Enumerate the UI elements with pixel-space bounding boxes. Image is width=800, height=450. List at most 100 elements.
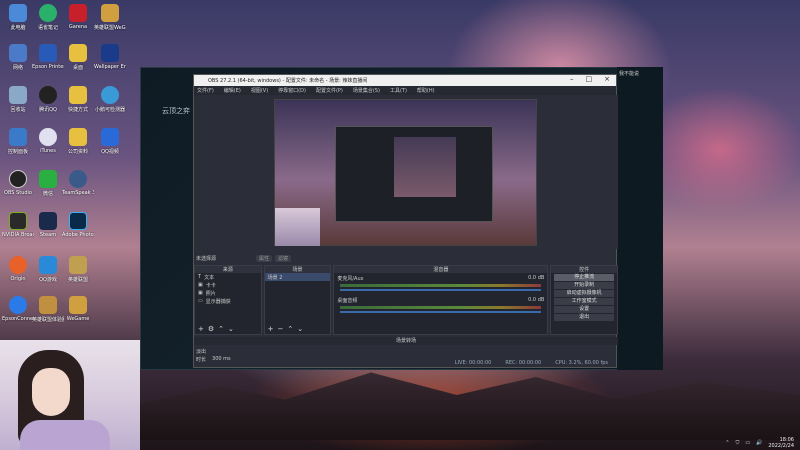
obs-preview-canvas[interactable] [274, 99, 537, 246]
maximize-icon[interactable]: □ [586, 75, 593, 83]
desktop-icon-lol[interactable]: 英雄联盟 [62, 256, 94, 283]
menu-scene-collection[interactable]: 场景集合(S) [353, 87, 380, 94]
filters-button[interactable]: 滤镜 [275, 254, 292, 262]
recycle-bin-icon [9, 86, 27, 104]
volume-slider[interactable] [340, 289, 542, 291]
obs-window-title: OBS 27.2.1 (64-bit, windows) - 配置文件: 未命名… [208, 78, 368, 84]
desktop-icon-lol-wegame[interactable]: 英雄联盟WeGame [94, 4, 126, 31]
desktop-icon-qq-video[interactable]: QQ视频 [94, 128, 126, 155]
computer-icon [9, 4, 27, 22]
menu-tools[interactable]: 工具(T) [390, 87, 407, 94]
volume-slider[interactable] [340, 311, 542, 313]
source-item[interactable]: ▣ 卡卡 [195, 281, 261, 289]
app-icon [9, 212, 27, 230]
source-item[interactable]: T 文本 [195, 273, 261, 281]
image-icon: ▣ [198, 282, 203, 288]
network-icon [9, 44, 27, 62]
desktop-icon-epson[interactable]: Epson Printer C... [32, 44, 64, 70]
exit-button[interactable]: 退出 [554, 314, 614, 321]
printer-icon [39, 44, 57, 62]
volume-icon[interactable]: 🔊 [756, 440, 762, 446]
network-icon[interactable]: ▭ [745, 440, 750, 446]
chevron-up-icon[interactable]: ⌃ [218, 325, 224, 333]
desktop-icon-wallpaper-engine[interactable]: Wallpaper Engine [94, 44, 126, 70]
sources-dock-header: 来源 [195, 266, 261, 273]
desktop-icon-yuque[interactable]: 语雀笔记 [32, 4, 64, 31]
desktop-icon-obs[interactable]: OBS Studio [2, 170, 34, 196]
obs-source-toolbar: 未选择源 属性 滤镜 [194, 253, 618, 263]
minimize-icon[interactable]: – [570, 75, 574, 83]
desktop-icon-detector[interactable]: 小鹅可检测器 [94, 86, 126, 113]
preview-nested-obs [335, 126, 493, 222]
stop-streaming-button[interactable]: 停止推流 [554, 274, 614, 281]
studio-mode-button[interactable]: 工作室模式 [554, 298, 614, 305]
start-recording-button[interactable]: 开始录制 [554, 282, 614, 289]
app-icon [9, 296, 27, 314]
desktop-icon-desktop[interactable]: 桌面 [62, 44, 94, 71]
desktop-icon-shortcut[interactable]: 快捷方式 [62, 86, 94, 113]
lol-mode-title: 云顶之弈 [162, 107, 190, 115]
menu-file[interactable]: 文件(F) [197, 87, 214, 94]
menu-docks[interactable]: 停靠窗口(D) [278, 87, 306, 94]
photoshop-icon [69, 212, 87, 230]
desktop-icon-company-files[interactable]: 公司资料 [62, 128, 94, 155]
obs-menubar: 文件(F) 编辑(E) 视图(V) 停靠窗口(D) 配置文件(P) 场景集合(S… [194, 86, 616, 95]
app-icon [39, 4, 57, 22]
lol-friends-panel[interactable]: 我不能说 [617, 67, 663, 370]
desktop-icon-nvidia-broadcast[interactable]: NVIDIA Broadcast [2, 212, 34, 238]
chevron-up-icon[interactable]: ⌃ [725, 440, 729, 446]
properties-button[interactable]: 属性 [256, 254, 273, 262]
shield-icon[interactable]: ⛉ [736, 440, 740, 446]
wechat-icon [39, 170, 57, 188]
system-tray: ⌃ ⛉ ▭ 🔊 18:06 2022/2/24 [640, 436, 800, 450]
desktop-icon-steam[interactable]: Steam [32, 212, 64, 238]
close-icon[interactable]: × [604, 75, 610, 83]
webcam-overlay [0, 340, 140, 450]
add-icon[interactable]: + [198, 325, 204, 333]
source-item[interactable]: ▭ 显示器捕获 [195, 297, 261, 305]
control-panel-icon [9, 128, 27, 146]
chevron-down-icon[interactable]: ⌄ [297, 325, 303, 333]
taskbar-clock[interactable]: 18:06 2022/2/24 [768, 437, 794, 449]
desktop-icon-control-panel[interactable]: 控制面板 [2, 128, 34, 155]
menu-profile[interactable]: 配置文件(P) [316, 87, 343, 94]
gear-icon[interactable]: ⚙ [208, 325, 214, 333]
desktop-icon-photoshop[interactable]: Adobe Photosh... [62, 212, 94, 238]
desktop-icon-teamspeak[interactable]: TeamSpeak 3 [62, 170, 94, 196]
preview-nested-canvas [394, 137, 456, 197]
scenes-dock-footer: + − ⌃ ⌄ [268, 325, 304, 333]
desktop-icon-lol-pbe[interactable]: 英雄联盟体验服 [32, 296, 64, 323]
menu-edit[interactable]: 编辑(E) [224, 87, 241, 94]
desktop-icon-this-pc[interactable]: 此电脑 [2, 4, 34, 31]
desktop-icon-origin[interactable]: Origin [2, 256, 34, 282]
desktop-icon-wechat[interactable]: 微信 [32, 170, 64, 197]
desktop-icon-network[interactable]: 网络 [2, 44, 34, 71]
app-icon [69, 296, 87, 314]
desktop-icon-wegame[interactable]: WeGame [62, 296, 94, 322]
obs-window[interactable]: OBS 27.2.1 (64-bit, windows) - 配置文件: 未命名… [193, 74, 618, 368]
volume-meter [340, 284, 542, 287]
mixer-channel-desktop: 桌面音频 0.0 dB [334, 295, 547, 317]
desktop-icon-recycle-bin[interactable]: 回收站 [2, 86, 34, 113]
desktop-icon-qq-game[interactable]: QQ游戏 [32, 256, 64, 283]
source-item[interactable]: ▣ 照片 [195, 289, 261, 297]
menu-view[interactable]: 视图(V) [251, 87, 268, 94]
desktop-icon-itunes[interactable]: iTunes [32, 128, 64, 154]
settings-button[interactable]: 设置 [554, 306, 614, 313]
folder-icon [69, 128, 87, 146]
menu-help[interactable]: 帮助(H) [417, 87, 435, 94]
minus-icon[interactable]: − [278, 325, 284, 333]
desktop-icon-epson-connect[interactable]: EpsonConnect Site [2, 296, 34, 322]
folder-icon [69, 44, 87, 62]
chevron-up-icon[interactable]: ⌃ [287, 325, 293, 333]
chevron-down-icon[interactable]: ⌄ [228, 325, 234, 333]
add-icon[interactable]: + [268, 325, 274, 333]
scene-item[interactable]: 场景 2 [264, 273, 331, 281]
qq-icon [39, 86, 57, 104]
desktop-icon-qq[interactable]: 腾讯QQ [32, 86, 64, 113]
transition-select[interactable]: 淡出 [194, 347, 618, 355]
music-icon [39, 128, 57, 146]
live-status: LIVE: 00:00:00 [454, 360, 492, 366]
start-virtual-camera-button[interactable]: 启动虚拟摄像机 [554, 290, 614, 297]
desktop-icon-garena[interactable]: Garena [62, 4, 94, 30]
